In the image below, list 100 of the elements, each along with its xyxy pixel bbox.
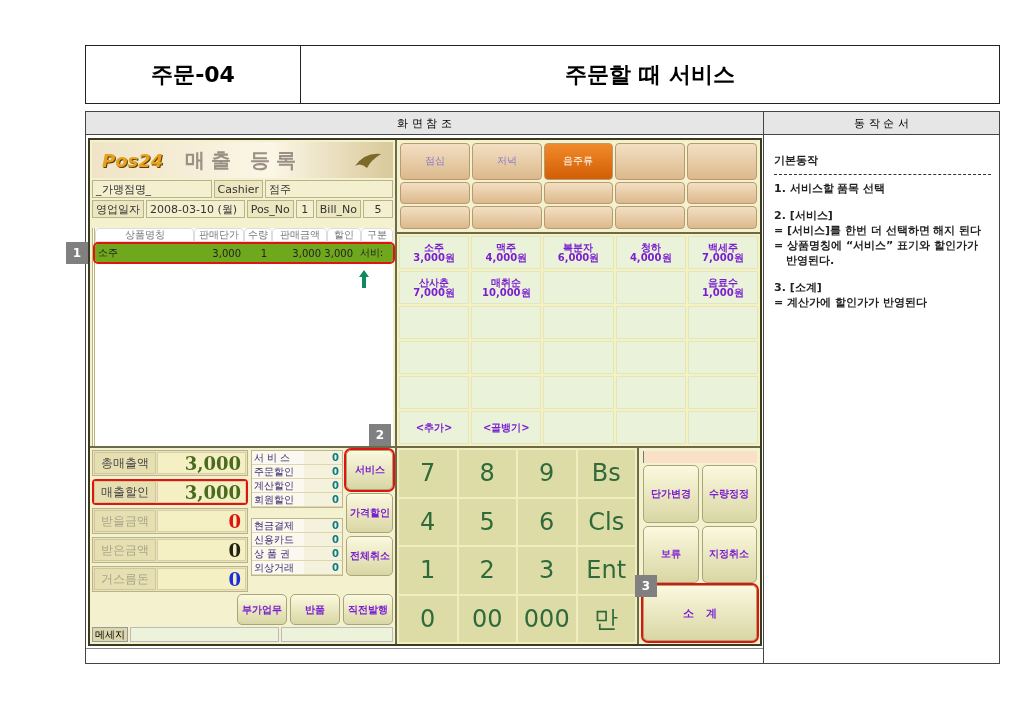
pos-label: Pos_No xyxy=(246,200,294,218)
document-title: 주문할 때 서비스 xyxy=(564,60,736,89)
keypad-key[interactable]: Cls xyxy=(577,498,635,545)
function-button[interactable]: 수량정정 xyxy=(701,465,757,523)
keypad-key[interactable]: 3 xyxy=(518,547,576,594)
bill-number: 5 xyxy=(363,200,393,218)
keypad-key[interactable]: 9 xyxy=(518,450,576,497)
keypad-key[interactable]: 6 xyxy=(518,498,576,545)
keypad-key[interactable]: 만 xyxy=(577,595,635,642)
keypad-key[interactable]: 8 xyxy=(458,450,516,497)
discount-value: 0 xyxy=(331,451,340,464)
keypad-key[interactable]: Ent xyxy=(577,547,635,594)
menu-item-button[interactable]: 청하 4,000원 xyxy=(615,236,686,269)
total-label: 거스름돈 xyxy=(94,568,156,590)
column-header: 동 작 순 서 xyxy=(853,115,910,132)
category-tab[interactable] xyxy=(687,206,757,229)
keypad-key[interactable]: 5 xyxy=(458,498,516,545)
function-button[interactable]: 직전발행 xyxy=(343,594,393,625)
step-title: 1. 서비스할 품목 선택 xyxy=(774,181,887,196)
bill-label: Bill_No xyxy=(315,200,361,218)
callout-badge: 1 xyxy=(66,242,88,264)
table-cell-text: 1 xyxy=(259,247,267,259)
document-code: 주문-04 xyxy=(86,46,301,103)
table-cell-text: 3,000 xyxy=(211,247,241,259)
category-tab[interactable] xyxy=(615,143,686,180)
input-field[interactable] xyxy=(643,451,757,463)
column-header: 상품명칭 xyxy=(95,228,195,242)
menu-action-button[interactable]: <추가> xyxy=(399,411,470,444)
message-label: 메세지 xyxy=(92,627,128,642)
function-button[interactable]: 반품 xyxy=(290,594,340,625)
payment-label: 외상거래 xyxy=(252,561,304,574)
callout-badge: 2 xyxy=(369,424,391,446)
step-note: = 계산가에 할인가가 반영된다 xyxy=(774,295,928,310)
function-button[interactable]: 지정취소 xyxy=(701,525,757,583)
steps-heading: 기본동작 xyxy=(774,153,819,168)
table-cell-text: 소주 xyxy=(97,246,119,260)
payment-label: 신용카드 xyxy=(252,533,304,546)
function-button[interactable]: 전체취소 xyxy=(346,536,393,576)
function-button[interactable]: 단가변경 xyxy=(643,465,699,523)
menu-item-button[interactable]: 음료수 1,000원 xyxy=(687,271,758,304)
menu-action-button[interactable]: <골뱅기> xyxy=(471,411,542,444)
discount-label: 회원할인 xyxy=(252,493,304,506)
total-value: 0 xyxy=(157,510,246,532)
keypad-key[interactable]: 1 xyxy=(399,547,457,594)
table-cell-text: 서비: xyxy=(358,246,383,260)
category-tab[interactable] xyxy=(400,206,470,229)
menu-item-button[interactable]: 산사춘 7,000원 xyxy=(399,271,470,304)
keypad-key[interactable]: 7 xyxy=(399,450,457,497)
keypad-key[interactable]: 0 xyxy=(399,595,457,642)
payment-value: 0 xyxy=(331,519,340,532)
payment-value: 0 xyxy=(331,533,340,546)
menu-item-button[interactable]: 복분자 6,000원 xyxy=(543,236,614,269)
discount-label: 계산할인 xyxy=(252,479,304,492)
date-label: 영업일자 xyxy=(92,200,144,218)
function-button[interactable]: 서비스 xyxy=(346,450,393,490)
category-tab[interactable] xyxy=(400,181,470,205)
callout-badge: 3 xyxy=(635,575,657,597)
keypad-key[interactable]: 2 xyxy=(458,547,516,594)
step-note: = [서비스]를 한번 더 선택하면 해지 된다 xyxy=(774,223,983,238)
screen-title: 매출 등록 xyxy=(185,146,304,174)
cashier-name: 점주 xyxy=(265,180,393,198)
category-tab[interactable] xyxy=(471,206,542,229)
category-tab[interactable] xyxy=(687,181,757,205)
order-row[interactable]: 소주 3,000 1 3,000 3,000 서비: xyxy=(95,244,393,262)
discount-label: 서 비 스 xyxy=(252,451,304,464)
total-value: 0 xyxy=(157,568,246,590)
table-cell-text: 3,000 xyxy=(323,247,353,259)
menu-item-button[interactable]: 맥주 4,000원 xyxy=(471,236,542,269)
menu-item-button[interactable]: 백세주 7,000원 xyxy=(687,236,758,269)
discount-value: 0 xyxy=(331,465,340,478)
category-tab[interactable] xyxy=(615,181,686,205)
logo: Pos24 xyxy=(102,149,164,171)
step-title: 3. [소계] xyxy=(774,280,823,295)
keypad-key[interactable]: Bs xyxy=(577,450,635,497)
total-label: 총매출액 xyxy=(94,452,156,474)
business-date: 2008-03-10 (월) xyxy=(146,200,245,218)
column-header: 화 면 참 조 xyxy=(86,112,764,134)
step-note: = 상품명칭에 “서비스” 표기와 할인가가 반영된다. xyxy=(774,238,979,268)
function-button[interactable]: 가격할인 xyxy=(346,493,393,533)
discount-value: 0 xyxy=(331,479,340,492)
pos-number: 1 xyxy=(295,200,314,218)
total-value: 3,000 xyxy=(157,452,246,474)
up-arrow-icon xyxy=(359,270,369,288)
category-tab[interactable] xyxy=(471,181,542,205)
keypad-key[interactable]: 00 xyxy=(458,595,516,642)
category-tab[interactable] xyxy=(543,181,614,205)
total-label: 매출할인 xyxy=(94,481,156,503)
keypad-key[interactable]: 000 xyxy=(518,595,576,642)
total-value: 3,000 xyxy=(157,481,246,503)
table-cell-text: 3,000 xyxy=(291,247,321,259)
category-tab[interactable] xyxy=(615,206,686,229)
keypad-key[interactable]: 4 xyxy=(399,498,457,545)
step-title: 2. [서비스] xyxy=(774,208,834,223)
function-button[interactable]: 부가업무 xyxy=(237,594,287,625)
cashier-label: Cashier xyxy=(213,180,263,198)
category-tab[interactable] xyxy=(543,206,614,229)
menu-item-button[interactable]: 소주 3,000원 xyxy=(399,236,470,269)
menu-item-button[interactable]: 매취순 10,000원 xyxy=(471,271,542,304)
category-tab[interactable]: 음주류 xyxy=(543,143,614,180)
category-tab[interactable] xyxy=(687,143,757,180)
